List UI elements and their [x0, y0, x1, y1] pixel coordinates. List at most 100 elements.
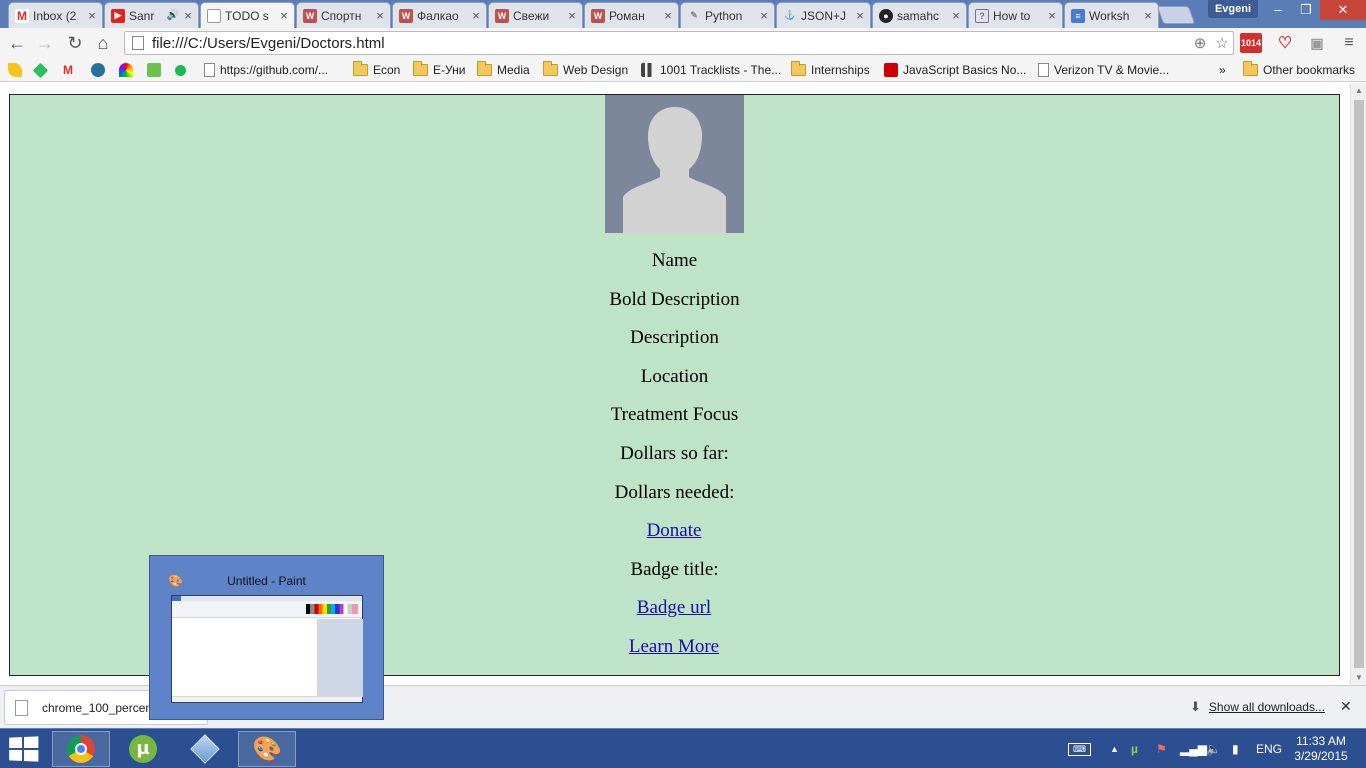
bookmark-folder-media[interactable]: Media: [477, 61, 530, 78]
close-icon[interactable]: ×: [86, 8, 98, 23]
bold-description: Bold Description: [609, 289, 740, 310]
windows-start-icon[interactable]: [9, 736, 40, 762]
gmail-extension-badge[interactable]: 1014: [1240, 33, 1262, 53]
close-icon[interactable]: ×: [950, 8, 962, 23]
bookmark-javascript-basics[interactable]: JavaScript Basics No...: [884, 62, 1026, 78]
paint-status-bar: [172, 696, 362, 702]
bookmark-folder-euni[interactable]: Е-Уни: [413, 61, 465, 78]
input-language[interactable]: ENG: [1256, 729, 1282, 768]
bookmarks-overflow-chevron[interactable]: »: [1219, 62, 1226, 78]
tab-inbox[interactable]: M Inbox (2 ×: [8, 2, 103, 28]
donate-link[interactable]: Donate: [629, 520, 719, 542]
bookmark-folder-econ[interactable]: Econ: [353, 61, 400, 78]
site-icon: W: [495, 8, 509, 23]
system-clock[interactable]: 11:33 AM 3/29/2015: [1290, 734, 1352, 764]
tab-python[interactable]: ✎ Python ×: [680, 2, 775, 28]
browser-toolbar: ← → ↻ ⌂ file:///C:/Users/Evgeni/Doctors.…: [0, 28, 1366, 58]
bookmark-star-icon[interactable]: ☆: [1211, 34, 1233, 52]
tab-title: JSON+J: [801, 8, 847, 23]
scrollbar-thumb[interactable]: [1354, 100, 1364, 668]
close-icon[interactable]: ×: [566, 8, 578, 23]
profile-button[interactable]: Evgeni: [1208, 0, 1258, 18]
show-all-downloads[interactable]: ⬇ Show all downloads...: [1190, 699, 1325, 715]
tab-falcao[interactable]: W Фалкао ×: [392, 2, 487, 28]
tab-title: Worksh: [1089, 8, 1130, 23]
heart-extension-icon[interactable]: ♡: [1274, 33, 1296, 53]
paint-taskbar-preview[interactable]: 🎨 Untitled - Paint: [149, 555, 384, 720]
close-icon[interactable]: ×: [374, 8, 386, 23]
other-bookmarks[interactable]: Other bookmarks: [1243, 61, 1355, 78]
close-icon[interactable]: ×: [182, 8, 194, 23]
evernote-bookmark-icon[interactable]: [32, 62, 51, 78]
forward-icon[interactable]: →: [34, 32, 56, 54]
bookmark-folder-web-design[interactable]: Web Design: [543, 61, 628, 78]
tab-svezhi[interactable]: W Свежи ×: [488, 2, 583, 28]
chrome-icon: [67, 735, 95, 763]
youtube-icon: [884, 63, 898, 77]
close-icon[interactable]: ×: [758, 8, 770, 23]
restore-icon[interactable]: ❐: [1288, 0, 1324, 20]
tab-roman[interactable]: W Роман ×: [584, 2, 679, 28]
howto-icon: ?: [975, 8, 989, 23]
battery-icon[interactable]: ▮: [1232, 729, 1239, 768]
flag-error-icon[interactable]: ⚑: [1156, 729, 1167, 768]
bookmark-verizon[interactable]: Verizon TV & Movie...: [1038, 62, 1169, 78]
vertical-scrollbar[interactable]: ▲ ▼: [1350, 83, 1366, 685]
nbc-bookmark-icon[interactable]: [119, 62, 138, 78]
taskbar-virtualbox[interactable]: [176, 731, 234, 767]
spotify-bookmark-icon[interactable]: [175, 62, 191, 78]
wordpress-bookmark-icon[interactable]: [91, 62, 110, 78]
keyboard-icon[interactable]: ⌨: [1068, 729, 1091, 768]
address-bar[interactable]: file:///C:/Users/Evgeni/Doctors.html ⊕ ☆: [124, 31, 1234, 55]
gmail-bookmark-icon[interactable]: M: [63, 62, 82, 78]
taskbar-utorrent[interactable]: µ: [114, 731, 172, 767]
home-icon[interactable]: ⌂: [92, 32, 114, 54]
paint-window-thumbnail[interactable]: [171, 595, 363, 703]
close-icon[interactable]: ×: [662, 8, 674, 23]
show-hidden-icons[interactable]: ▲: [1110, 729, 1119, 768]
tab-todo[interactable]: TODO s ×: [200, 2, 295, 28]
utorrent-icon: µ: [129, 735, 157, 763]
speaker-icon[interactable]: 🔊: [167, 10, 179, 21]
scroll-up-icon[interactable]: ▲: [1351, 86, 1366, 95]
tab-title: Sanr: [129, 8, 155, 23]
feedly-bookmark-icon[interactable]: [147, 62, 166, 78]
volume-icon[interactable]: 🔈: [1206, 729, 1221, 768]
extension-icon[interactable]: ▣: [1306, 33, 1328, 53]
utorrent-tray-icon[interactable]: µ: [1131, 729, 1138, 768]
url-text[interactable]: file:///C:/Users/Evgeni/Doctors.html: [152, 35, 1189, 52]
badge-url-link[interactable]: Badge url: [624, 597, 724, 619]
close-icon[interactable]: ×: [1046, 8, 1058, 23]
tab-howto[interactable]: ? How to ×: [968, 2, 1063, 28]
window-close-icon[interactable]: ✕: [1320, 0, 1366, 20]
tracklists-icon: [641, 63, 655, 77]
network-signal-icon[interactable]: ▂▄▆: [1180, 729, 1207, 768]
github-icon: ●: [879, 8, 893, 23]
show-all-downloads-link[interactable]: Show all downloads...: [1209, 700, 1325, 714]
learn-more-link[interactable]: Learn More: [619, 636, 729, 658]
scroll-down-icon[interactable]: ▼: [1351, 673, 1366, 682]
tab-json[interactable]: ⚓ JSON+J ×: [776, 2, 871, 28]
close-shelf-icon[interactable]: ✕: [1340, 698, 1352, 715]
close-icon[interactable]: ×: [1142, 8, 1154, 23]
back-icon[interactable]: ←: [6, 32, 28, 54]
bookmark-1001-tracklists[interactable]: 1001 Tracklists - The...: [641, 62, 781, 78]
close-icon[interactable]: ×: [854, 8, 866, 23]
zoom-icon[interactable]: ⊕: [1189, 34, 1211, 52]
tab-sport[interactable]: W Спортн ×: [296, 2, 391, 28]
paint-canvas: [172, 619, 317, 697]
new-tab-button[interactable]: [1156, 6, 1196, 24]
banana-bookmark-icon[interactable]: [8, 62, 27, 78]
folder-icon: [543, 61, 558, 76]
menu-icon[interactable]: ≡: [1338, 33, 1360, 53]
close-icon[interactable]: ×: [470, 8, 482, 23]
close-icon[interactable]: ×: [278, 8, 290, 23]
taskbar-chrome[interactable]: [52, 731, 110, 767]
bookmark-github[interactable]: https://github.com/...: [204, 62, 328, 78]
reload-icon[interactable]: ↻: [64, 32, 86, 54]
tab-youtube[interactable]: ▶ Sanr 🔊 ×: [104, 2, 199, 28]
taskbar-paint[interactable]: 🎨: [238, 731, 296, 767]
tab-workshop[interactable]: ≡ Worksh ×: [1064, 2, 1159, 28]
tab-github[interactable]: ● samahc ×: [872, 2, 967, 28]
bookmark-folder-internships[interactable]: Internships: [791, 61, 870, 78]
